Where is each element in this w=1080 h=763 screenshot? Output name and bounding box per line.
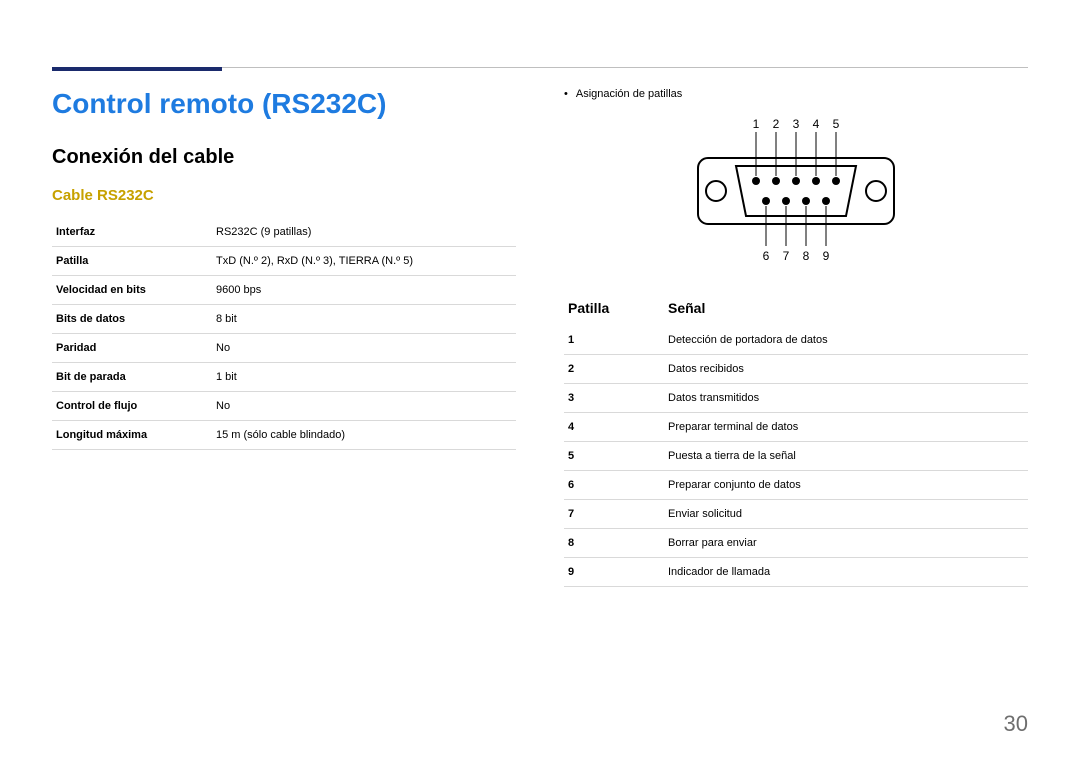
bullet-pin-assignment: • Asignación de patillas (564, 88, 1028, 100)
pin-label: 5 (833, 117, 840, 131)
pin-num: 3 (564, 384, 664, 413)
pin-label: 8 (803, 249, 810, 263)
table-row: 6Preparar conjunto de datos (564, 471, 1028, 500)
top-accent-bar (52, 67, 222, 71)
table-row: ParidadNo (52, 334, 516, 363)
pin-signal: Detección de portadora de datos (664, 326, 1028, 355)
pin-signal: Preparar terminal de datos (664, 413, 1028, 442)
pin-num: 4 (564, 413, 664, 442)
table-row: 3Datos transmitidos (564, 384, 1028, 413)
table-row: 9Indicador de llamada (564, 558, 1028, 587)
spec-label: Interfaz (52, 218, 212, 247)
spec-label: Velocidad en bits (52, 276, 212, 305)
right-column: • Asignación de patillas 1 2 3 4 5 (564, 88, 1028, 587)
table-row: PatillaTxD (N.º 2), RxD (N.º 3), TIERRA … (52, 247, 516, 276)
spec-value: 15 m (sólo cable blindado) (212, 421, 516, 450)
pin-signal: Puesta a tierra de la señal (664, 442, 1028, 471)
page-number: 30 (1004, 711, 1028, 737)
table-row: Bits de datos8 bit (52, 305, 516, 334)
table-row: 4Preparar terminal de datos (564, 413, 1028, 442)
spec-value: No (212, 334, 516, 363)
spec-value: 9600 bps (212, 276, 516, 305)
pin-num: 6 (564, 471, 664, 500)
spec-value: 1 bit (212, 363, 516, 392)
spec-label: Control de flujo (52, 392, 212, 421)
spec-label: Bit de parada (52, 363, 212, 392)
bullet-dot-icon: • (564, 88, 568, 100)
db9-connector-icon: 1 2 3 4 5 (686, 116, 906, 266)
pin-num: 7 (564, 500, 664, 529)
table-row: Velocidad en bits9600 bps (52, 276, 516, 305)
spec-label: Longitud máxima (52, 421, 212, 450)
screw-hole-icon (866, 181, 886, 201)
table-row: Control de flujoNo (52, 392, 516, 421)
bullet-text: Asignación de patillas (576, 88, 682, 100)
spec-value: TxD (N.º 2), RxD (N.º 3), TIERRA (N.º 5) (212, 247, 516, 276)
pin-signal: Preparar conjunto de datos (664, 471, 1028, 500)
pin-label: 6 (763, 249, 770, 263)
left-column: Control remoto (RS232C) Conexión del cab… (52, 88, 516, 587)
spec-label: Bits de datos (52, 305, 212, 334)
spec-value: 8 bit (212, 305, 516, 334)
table-row: Longitud máxima15 m (sólo cable blindado… (52, 421, 516, 450)
pin-label: 3 (793, 117, 800, 131)
page-title: Control remoto (RS232C) (52, 88, 516, 120)
pin-label: 9 (823, 249, 830, 263)
pin-signal: Datos recibidos (664, 355, 1028, 384)
table-row: InterfazRS232C (9 patillas) (52, 218, 516, 247)
table-row: 5Puesta a tierra de la señal (564, 442, 1028, 471)
section-heading: Conexión del cable (52, 146, 516, 169)
table-row: 1Detección de portadora de datos (564, 326, 1028, 355)
spec-label: Paridad (52, 334, 212, 363)
content-columns: Control remoto (RS232C) Conexión del cab… (52, 88, 1028, 587)
spec-label: Patilla (52, 247, 212, 276)
table-row: 2Datos recibidos (564, 355, 1028, 384)
pin-signal: Indicador de llamada (664, 558, 1028, 587)
pin-num: 5 (564, 442, 664, 471)
table-row: Bit de parada1 bit (52, 363, 516, 392)
spec-value: No (212, 392, 516, 421)
pin-num: 9 (564, 558, 664, 587)
spec-value: RS232C (9 patillas) (212, 218, 516, 247)
spec-table: InterfazRS232C (9 patillas) PatillaTxD (… (52, 218, 516, 450)
pin-label: 4 (813, 117, 820, 131)
table-row: 8Borrar para enviar (564, 529, 1028, 558)
pin-signal: Borrar para enviar (664, 529, 1028, 558)
pin-label: 1 (753, 117, 760, 131)
connector-diagram: 1 2 3 4 5 (564, 116, 1028, 266)
pin-label: 2 (773, 117, 780, 131)
pin-num: 2 (564, 355, 664, 384)
screw-hole-icon (706, 181, 726, 201)
pin-num: 1 (564, 326, 664, 355)
pin-signal-table: Patilla Señal 1Detección de portadora de… (564, 294, 1028, 587)
signal-col-header: Señal (664, 294, 1028, 326)
pin-signal: Enviar solicitud (664, 500, 1028, 529)
pin-num: 8 (564, 529, 664, 558)
pin-signal: Datos transmitidos (664, 384, 1028, 413)
pin-col-header: Patilla (564, 294, 664, 326)
pin-label: 7 (783, 249, 790, 263)
table-row: 7Enviar solicitud (564, 500, 1028, 529)
subsection-heading: Cable RS232C (52, 187, 516, 204)
